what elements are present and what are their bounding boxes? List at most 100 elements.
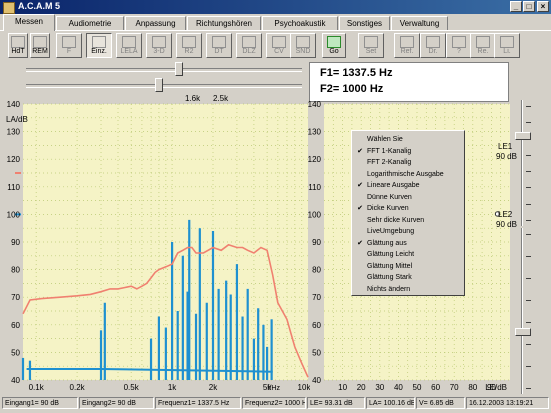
x-tick-label: 2k <box>209 383 218 392</box>
tab-richtungsh-ren[interactable]: Richtungshören <box>187 16 261 30</box>
toolbar-button-cv[interactable]: CV <box>266 33 292 58</box>
menu-item[interactable]: Glättung Stark <box>352 272 464 283</box>
toolbar-button-label: LELA <box>120 48 138 55</box>
status-field: Eingang1= 90 dB <box>2 397 78 409</box>
x-tick-label: 0.5k <box>124 383 140 392</box>
menu-item[interactable]: LiveUmgebung <box>352 226 464 237</box>
menu-item-label: FFT 2-Kanalig <box>367 159 412 166</box>
toolbar-button-ref[interactable]: Ref. <box>394 33 420 58</box>
menu-item-label: Glättung Leicht <box>367 251 415 258</box>
menu-item[interactable]: Wählen Sie <box>352 134 464 145</box>
toolbar-button-label: DT <box>214 48 224 55</box>
level-slider-track <box>521 100 523 226</box>
menu-item[interactable]: Logarithmische Ausgabe <box>352 169 464 180</box>
toolbar-button-rem[interactable]: REM <box>30 33 50 58</box>
menu-item[interactable]: Dünne Kurven <box>352 192 464 203</box>
r2-icon <box>182 36 196 48</box>
y-tick-label: 90 <box>312 238 321 247</box>
level-value: 90 dB <box>496 152 517 161</box>
tab-anpassung[interactable]: Anpassung <box>125 16 186 30</box>
ear-probe-icon <box>33 36 47 48</box>
toolbar-button-label: R2 <box>184 48 194 55</box>
toolbar-button-label: Li. <box>503 48 511 55</box>
y-tick-label: 110 <box>7 183 20 192</box>
filter-icon <box>62 36 76 48</box>
toolbar-button-f[interactable]: F <box>56 33 82 58</box>
minimize-button[interactable]: _ <box>510 1 522 12</box>
toolbar-button-li[interactable]: Li. <box>494 33 520 58</box>
y-tick-label: 80 <box>11 266 20 275</box>
menu-item[interactable]: FFT 2-Kanalig <box>352 157 464 168</box>
toolbar-button-snd[interactable]: SND <box>290 33 316 58</box>
level-slider-thumb-2[interactable] <box>515 327 531 336</box>
toolbar-button-3d[interactable]: 3-D <box>146 33 172 58</box>
menu-item-label: Nichts ändern <box>367 285 411 293</box>
y-axis-label: LA/dB <box>6 115 28 124</box>
toolbar-button-lela[interactable]: LELA <box>116 33 142 58</box>
tab-messen[interactable]: Messen <box>3 14 55 31</box>
y-tick-label: 70 <box>11 293 20 302</box>
toolbar-button-label: Go <box>329 48 339 55</box>
f2-readout: F2= 1000 Hz <box>320 83 384 95</box>
y-tick-label: 60 <box>11 321 20 330</box>
single-icon <box>92 36 106 48</box>
tab-psychoakustik[interactable]: Psychoakustik <box>262 16 338 30</box>
slider-tick <box>526 366 531 367</box>
menu-item[interactable]: ✔ FFT 1-Kanalig <box>352 146 464 157</box>
f1-readout: F1= 1337.5 Hz <box>320 67 393 79</box>
toolbar-button-label: Set <box>365 48 377 55</box>
slider-tick <box>526 234 531 235</box>
settings-icon <box>364 36 378 48</box>
tab-divider <box>0 30 551 31</box>
menu-item-label: Wählen Sie <box>367 136 403 143</box>
dt-icon <box>212 36 226 48</box>
y-tick-label: 130 <box>308 128 322 137</box>
close-button[interactable]: × <box>537 1 549 12</box>
menu-item[interactable]: ✔ Dicke Kurven <box>352 203 464 214</box>
toolbar-button-einz[interactable]: Einz. <box>86 33 112 58</box>
toolbar-button-set[interactable]: Set <box>358 33 384 58</box>
y-tick-label: 40 <box>312 376 321 385</box>
menu-item[interactable]: Sehr dicke Kurven <box>352 215 464 226</box>
toolbar-button-dlz[interactable]: DLZ <box>236 33 262 58</box>
x-axis-label: f/Hz <box>268 385 281 392</box>
toolbar-button-r2[interactable]: R2 <box>176 33 202 58</box>
y-tick-label: 100 <box>308 210 322 219</box>
right-ear-icon <box>476 36 490 48</box>
y-axis-label: LE/dB <box>485 383 507 392</box>
y-tick-label: 110 <box>308 183 321 192</box>
toolbar-button-[interactable]: ? <box>446 33 472 58</box>
tab-audiometrie[interactable]: Audiometrie <box>56 16 124 30</box>
toolbar-button-dt[interactable]: DT <box>206 33 232 58</box>
menu-item-label: Glättung Stark <box>367 274 412 281</box>
level-slider-thumb-1[interactable] <box>515 131 531 140</box>
f2-slider-thumb[interactable] <box>155 78 164 92</box>
toolbar-button-label: ? <box>457 48 461 55</box>
x-tick-label: 1k <box>168 383 177 392</box>
level-label: LE1 <box>498 142 513 151</box>
tab-sonstiges[interactable]: Sonstiges <box>339 16 390 30</box>
toolbar-button-hdt[interactable]: HdT <box>8 33 28 58</box>
tab-verwaltung[interactable]: Verwaltung <box>391 16 448 30</box>
slider-tick <box>526 106 531 107</box>
spectrum-chart: 40 50 60 70 80 90 100 110 120 130 140 LA/dB 0.1k 0.2k… <box>6 100 310 392</box>
slider-tick <box>526 322 531 323</box>
toolbar-button-re[interactable]: Re. <box>470 33 496 58</box>
toolbar-button-dr[interactable]: Dr. <box>420 33 446 58</box>
menu-item[interactable]: ✔ Glättung aus <box>352 238 464 249</box>
f1-slider-thumb[interactable] <box>174 62 183 76</box>
menu-item[interactable]: Glättung Leicht <box>352 249 464 260</box>
status-field: Frequenz2= 1000 Hz <box>242 397 306 409</box>
f1-slider-track <box>26 68 302 72</box>
check-icon: ✔ <box>357 182 363 189</box>
status-field: Eingang2= 90 dB <box>79 397 154 409</box>
maximize-button[interactable]: □ <box>523 1 535 12</box>
menu-item[interactable]: Glättung Mittel <box>352 261 464 272</box>
f2-slider-track <box>26 84 302 88</box>
menu-item[interactable]: Nichts ändern <box>352 284 464 295</box>
menu-item[interactable]: ✔ Lineare Ausgabe <box>352 180 464 191</box>
toolbar-button-go[interactable]: Go <box>322 33 346 58</box>
check-icon: ✔ <box>357 147 363 155</box>
headset-icon <box>11 36 25 48</box>
slider-tick <box>526 256 531 257</box>
